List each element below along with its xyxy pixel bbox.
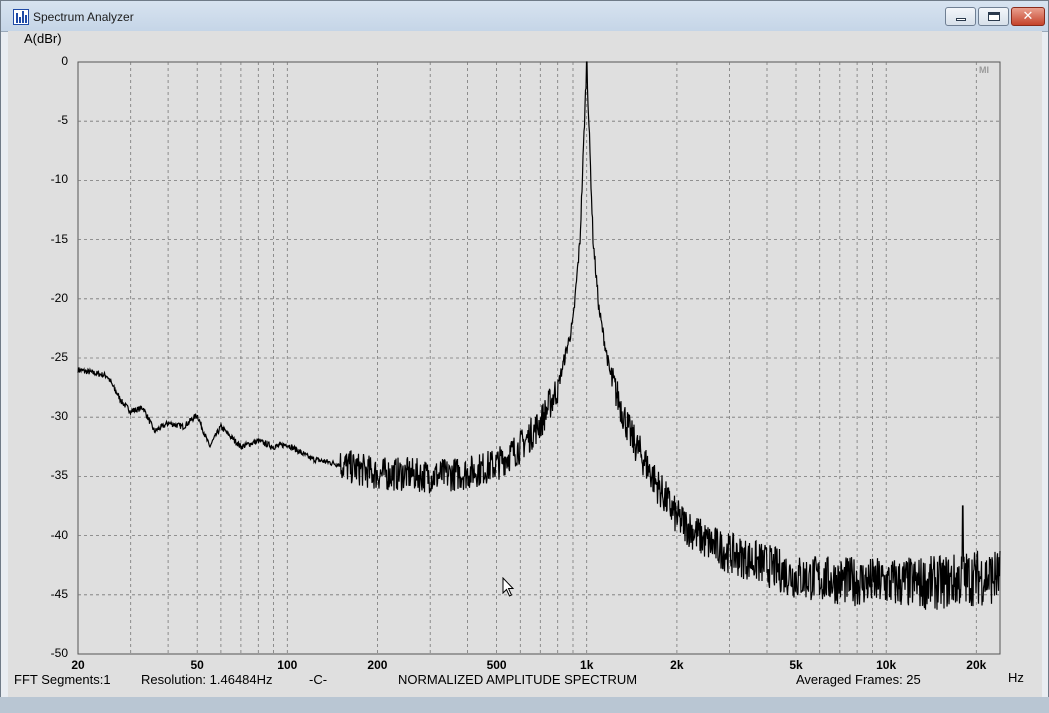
y-tick-label: -20 [50,290,68,305]
corner-logo: MI [979,65,989,75]
x-tick-label: 50 [190,658,204,672]
y-tick-label: -45 [50,586,68,601]
mouse-pointer-icon [502,577,515,597]
x-tick-label: 20k [966,658,987,672]
y-tick-label: -25 [50,350,68,364]
mode-text: NORMALIZED AMPLITUDE SPECTRUM [398,672,638,687]
y-axis-label: A(dBr) [24,31,62,46]
channel-text: -C- [309,672,328,687]
fft-segments-text: FFT Segments:1 [14,672,111,687]
spectrum-plot[interactable] [0,0,1049,713]
x-tick-label: 20 [71,658,85,672]
y-tick-label: -15 [50,231,68,246]
x-tick-label: 2k [670,658,684,672]
x-tick-label: 500 [486,658,507,672]
window-bottom-border [0,697,1049,713]
x-tick-label: 10k [876,658,897,672]
y-tick-label: -30 [50,409,68,424]
y-tick-label: -10 [50,172,68,187]
y-tick-label: -40 [50,527,68,542]
averaged-frames-text: Averaged Frames: 25 [796,672,921,687]
x-tick-label: 1k [580,658,594,672]
x-unit-label: Hz [1008,670,1024,685]
x-tick-label: 100 [277,658,298,672]
y-tick-label: -35 [50,468,68,483]
x-tick-label: 200 [367,658,388,672]
y-tick-label: 0 [61,54,68,68]
x-tick-label: 5k [789,658,803,672]
resolution-text: Resolution: 1.46484Hz [141,672,273,687]
y-tick-label: -5 [57,113,68,128]
